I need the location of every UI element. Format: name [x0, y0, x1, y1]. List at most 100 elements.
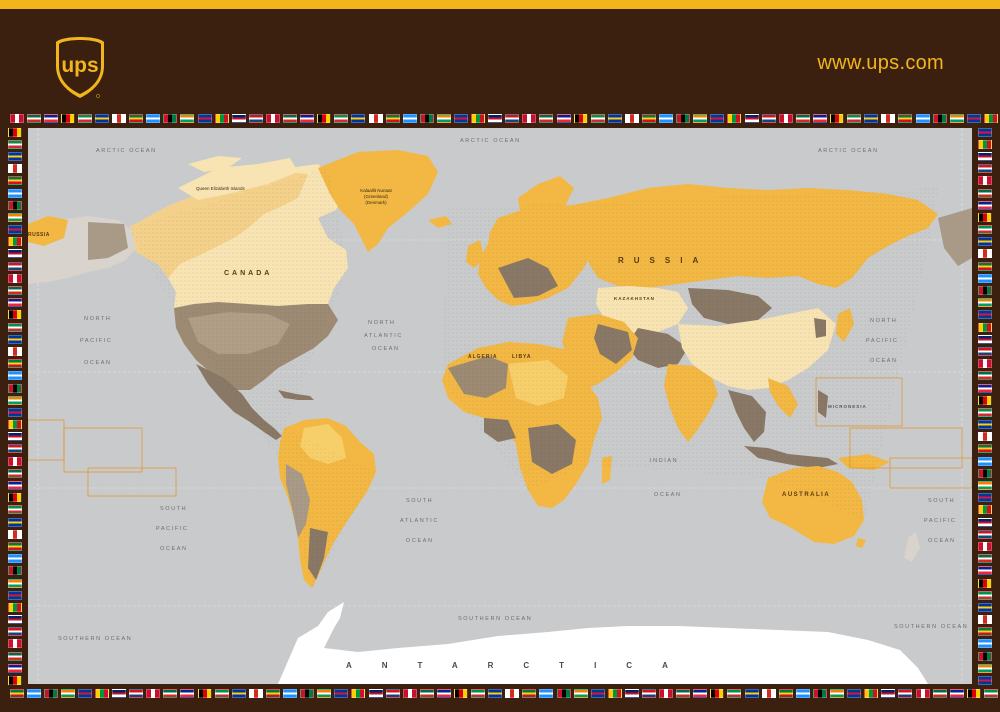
south-pacific-label-right-3: OCEAN: [928, 538, 956, 544]
country-flag-icon: [978, 273, 992, 283]
country-flag-icon: [505, 114, 520, 123]
country-flag-icon: [351, 689, 366, 698]
country-flag-icon: [8, 444, 22, 454]
ups-shield-logo[interactable]: ups: [54, 36, 106, 100]
country-flag-icon: [978, 310, 992, 320]
country-flag-icon: [624, 114, 639, 123]
country-flag-icon: [8, 481, 22, 491]
country-flag-icon: [898, 114, 913, 123]
north-atlantic-label-3: OCEAN: [372, 346, 400, 352]
country-flag-icon: [881, 114, 896, 123]
country-flag-icon: [505, 689, 520, 698]
country-flag-icon: [112, 689, 127, 698]
country-flag-icon: [915, 689, 930, 698]
country-flag-icon: [180, 689, 195, 698]
country-flag-icon: [26, 114, 41, 123]
country-flag-icon: [8, 334, 22, 344]
country-flag-icon: [265, 689, 280, 698]
country-flag-icon: [248, 689, 263, 698]
country-flag-icon: [317, 689, 332, 698]
russia-label: RUSSIA: [618, 256, 709, 265]
country-flag-icon: [8, 456, 22, 466]
country-flag-icon: [8, 176, 22, 186]
north-atlantic-label-2: ATLANTIC: [364, 333, 403, 339]
country-flag-icon: [8, 505, 22, 515]
country-flag-icon: [978, 371, 992, 381]
arctic-ocean-label-left: ARCTIC OCEAN: [96, 148, 157, 154]
country-flag-icon: [978, 505, 992, 515]
country-flag-icon: [978, 456, 992, 466]
country-flag-icon: [334, 114, 349, 123]
country-flag-icon: [659, 689, 674, 698]
north-pacific-label-right-2: PACIFIC: [866, 338, 899, 344]
country-flag-icon: [978, 602, 992, 612]
country-flag-icon: [978, 383, 992, 393]
country-flag-icon: [488, 114, 503, 123]
country-flag-icon: [77, 114, 92, 123]
south-atlantic-label-1: SOUTH: [406, 498, 434, 504]
country-flag-icon: [8, 127, 22, 137]
country-flag-icon: [283, 114, 298, 123]
country-flag-icon: [978, 663, 992, 673]
world-map[interactable]: ARCTIC OCEAN ARCTIC OCEAN ARCTIC OCEAN N…: [28, 128, 972, 684]
country-flag-icon: [710, 114, 725, 123]
country-flag-icon: [978, 176, 992, 186]
country-flag-icon: [795, 114, 810, 123]
country-flag-icon: [8, 249, 22, 259]
country-flag-icon: [642, 689, 657, 698]
country-flag-icon: [8, 395, 22, 405]
country-flag-icon: [710, 689, 725, 698]
country-flag-icon: [8, 554, 22, 564]
country-flag-icon: [978, 249, 992, 259]
micronesia-label: MICRONESIA: [828, 404, 867, 409]
country-flag-icon: [8, 188, 22, 198]
country-flag-icon: [248, 114, 263, 123]
country-flag-icon: [8, 578, 22, 588]
country-flag-icon: [847, 114, 862, 123]
country-flag-icon: [932, 114, 947, 123]
country-flag-icon: [881, 689, 896, 698]
top-accent-stripe: [0, 0, 1000, 9]
country-flag-icon: [453, 114, 468, 123]
flag-border-left: [8, 126, 22, 687]
country-flag-icon: [978, 578, 992, 588]
country-flag-icon: [8, 420, 22, 430]
country-flag-icon: [300, 689, 315, 698]
country-flag-icon: [978, 298, 992, 308]
algeria-label: ALGERIA: [468, 354, 498, 360]
flag-border-top: [8, 114, 999, 123]
country-flag-icon: [978, 334, 992, 344]
country-flag-icon: [624, 689, 639, 698]
country-flag-icon: [8, 468, 22, 478]
country-flag-icon: [129, 689, 144, 698]
country-flag-icon: [978, 346, 992, 356]
website-url-link[interactable]: www.ups.com: [817, 52, 944, 75]
country-flag-icon: [966, 689, 981, 698]
country-flag-icon: [978, 468, 992, 478]
country-flag-icon: [8, 200, 22, 210]
country-flag-icon: [9, 689, 24, 698]
country-flag-icon: [368, 689, 383, 698]
country-flag-icon: [864, 689, 879, 698]
country-flag-icon: [978, 127, 992, 137]
country-flag-icon: [676, 114, 691, 123]
country-flag-icon: [197, 689, 212, 698]
country-flag-icon: [727, 689, 742, 698]
country-flag-icon: [8, 151, 22, 161]
country-flag-icon: [8, 164, 22, 174]
country-flag-icon: [8, 493, 22, 503]
country-flag-icon: [488, 689, 503, 698]
flag-border-bottom: [8, 689, 999, 698]
country-flag-icon: [978, 627, 992, 637]
country-flag-icon: [573, 689, 588, 698]
country-flag-icon: [453, 689, 468, 698]
country-flag-icon: [978, 139, 992, 149]
country-flag-icon: [978, 590, 992, 600]
country-flag-icon: [60, 689, 75, 698]
antarctica-land: [278, 612, 928, 684]
country-flag-icon: [978, 566, 992, 576]
country-flag-icon: [539, 114, 554, 123]
country-flag-icon: [761, 689, 776, 698]
country-flag-icon: [385, 689, 400, 698]
flag-border-right: [978, 126, 992, 687]
